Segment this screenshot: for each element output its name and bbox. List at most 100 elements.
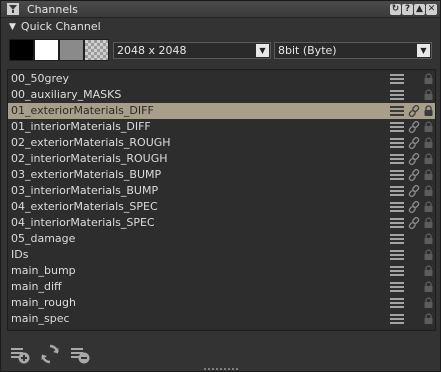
channel-name: 04_interiorMaterials_SPEC: [11, 216, 155, 229]
lock-icon[interactable]: [423, 265, 434, 277]
quick-channel-header[interactable]: ▼ Quick Channel: [1, 18, 440, 35]
swatch-grey[interactable]: [59, 39, 84, 61]
link-icon[interactable]: [408, 153, 420, 165]
chevron-down-icon: ▼: [417, 43, 430, 57]
window-title: Channels: [27, 2, 78, 16]
channel-row[interactable]: main_rough: [8, 295, 435, 311]
channel-row[interactable]: main_diff: [8, 279, 435, 295]
restore-icon[interactable]: ↻: [390, 3, 401, 15]
menu-icon[interactable]: [390, 218, 404, 228]
chevron-down-icon: ▼: [256, 43, 269, 57]
channel-name: 00_50grey: [11, 72, 70, 85]
link-icon[interactable]: [408, 121, 420, 133]
lock-icon[interactable]: [423, 185, 434, 197]
lock-icon[interactable]: [423, 121, 434, 133]
channel-row[interactable]: 01_interiorMaterials_DIFF: [8, 119, 435, 135]
menu-icon[interactable]: [390, 122, 404, 132]
channel-name: 00_auxiliary_MASKS: [11, 88, 122, 101]
channel-name: 02_exteriorMaterials_ROUGH: [11, 136, 171, 149]
size-dropdown[interactable]: 2048 x 2048 ▼: [113, 41, 271, 59]
menu-icon[interactable]: [390, 314, 404, 324]
menu-icon[interactable]: [390, 282, 404, 292]
channel-name: 01_exteriorMaterials_DIFF: [11, 104, 154, 117]
channel-row[interactable]: main_spec: [8, 311, 435, 327]
menu-icon[interactable]: [390, 266, 404, 276]
channel-name: IDs: [11, 248, 29, 261]
channel-row[interactable]: 04_interiorMaterials_SPEC: [8, 215, 435, 231]
lock-icon[interactable]: [423, 73, 434, 85]
menu-icon[interactable]: [390, 202, 404, 212]
resize-grip[interactable]: [203, 367, 239, 371]
size-value: 2048 x 2048: [117, 43, 187, 57]
collapse-icon[interactable]: ▲: [414, 3, 425, 15]
channel-name: 03_exteriorMaterials_BUMP: [11, 168, 162, 181]
menu-icon[interactable]: [390, 138, 404, 148]
lock-icon[interactable]: [423, 153, 434, 165]
channel-name: 04_exteriorMaterials_SPEC: [11, 200, 158, 213]
add-channel-icon[interactable]: [9, 343, 31, 365]
channels-panel: Channels ↻ ? ▲ ✕ ▼ Quick Channel 2048 x …: [0, 0, 441, 372]
link-icon[interactable]: [408, 169, 420, 181]
channel-name: main_diff: [11, 280, 62, 293]
bit-depth-dropdown[interactable]: 8bit (Byte) ▼: [274, 41, 432, 59]
lock-icon[interactable]: [423, 201, 434, 213]
link-icon[interactable]: [408, 185, 420, 197]
window-buttons: ↻ ? ▲ ✕: [390, 3, 437, 15]
link-icon[interactable]: [408, 105, 420, 117]
bottom-toolbar: [1, 339, 440, 369]
channel-row[interactable]: 03_exteriorMaterials_BUMP: [8, 167, 435, 183]
lock-icon[interactable]: [423, 105, 434, 117]
channel-row[interactable]: 05_damage: [8, 231, 435, 247]
channel-name: main_rough: [11, 296, 76, 309]
channel-list[interactable]: 00_50grey 00_auxiliary_MASKS 01_exteriorMa…: [7, 69, 436, 331]
lock-icon[interactable]: [423, 233, 434, 245]
close-icon[interactable]: ✕: [426, 3, 437, 15]
triangle-down-icon: ▼: [9, 21, 16, 32]
swatch-black[interactable]: [9, 39, 34, 61]
link-icon[interactable]: [408, 201, 420, 213]
link-icon[interactable]: [408, 137, 420, 149]
channel-name: main_spec: [11, 312, 70, 325]
menu-icon[interactable]: [390, 298, 404, 308]
refresh-icon[interactable]: [39, 343, 61, 365]
lock-icon[interactable]: [423, 137, 434, 149]
menu-icon[interactable]: [390, 234, 404, 244]
lock-icon[interactable]: [423, 217, 434, 229]
menu-icon[interactable]: [390, 74, 404, 84]
quick-channel-label: Quick Channel: [20, 20, 101, 33]
menu-icon[interactable]: [390, 170, 404, 180]
channel-row[interactable]: 03_interiorMaterials_BUMP: [8, 183, 435, 199]
channel-row[interactable]: 00_auxiliary_MASKS: [8, 87, 435, 103]
bit-depth-value: 8bit (Byte): [278, 43, 337, 57]
menu-icon[interactable]: [390, 186, 404, 196]
channel-row[interactable]: 02_interiorMaterials_ROUGH: [8, 151, 435, 167]
channel-row[interactable]: 01_exteriorMaterials_DIFF: [8, 103, 435, 119]
swatch-white[interactable]: [34, 39, 59, 61]
channel-row[interactable]: 00_50grey: [8, 71, 435, 87]
menu-icon[interactable]: [390, 90, 404, 100]
lock-icon[interactable]: [423, 89, 434, 101]
lock-icon[interactable]: [423, 297, 434, 309]
channel-name: 01_interiorMaterials_DIFF: [11, 120, 151, 133]
channel-name: 02_interiorMaterials_ROUGH: [11, 152, 168, 165]
menu-icon[interactable]: [390, 154, 404, 164]
remove-channel-icon[interactable]: [69, 343, 91, 365]
channel-name: main_bump: [11, 264, 76, 277]
channel-row[interactable]: main_bump: [8, 263, 435, 279]
channel-row[interactable]: 04_exteriorMaterials_SPEC: [8, 199, 435, 215]
channel-row[interactable]: 02_exteriorMaterials_ROUGH: [8, 135, 435, 151]
lock-icon[interactable]: [423, 249, 434, 261]
channel-name: 05_damage: [11, 232, 76, 245]
lock-icon[interactable]: [423, 169, 434, 181]
quick-channel-row: 2048 x 2048 ▼ 8bit (Byte) ▼: [9, 39, 436, 61]
title-bar: Channels ↻ ? ▲ ✕: [1, 1, 440, 18]
menu-icon[interactable]: [390, 250, 404, 260]
help-icon[interactable]: ?: [402, 3, 413, 15]
lock-icon[interactable]: [423, 281, 434, 293]
lock-icon[interactable]: [423, 313, 434, 325]
swatch-checker[interactable]: [84, 39, 109, 61]
channel-row[interactable]: IDs: [8, 247, 435, 263]
link-icon[interactable]: [408, 217, 420, 229]
channels-app-icon: [7, 3, 19, 15]
menu-icon[interactable]: [390, 106, 404, 116]
